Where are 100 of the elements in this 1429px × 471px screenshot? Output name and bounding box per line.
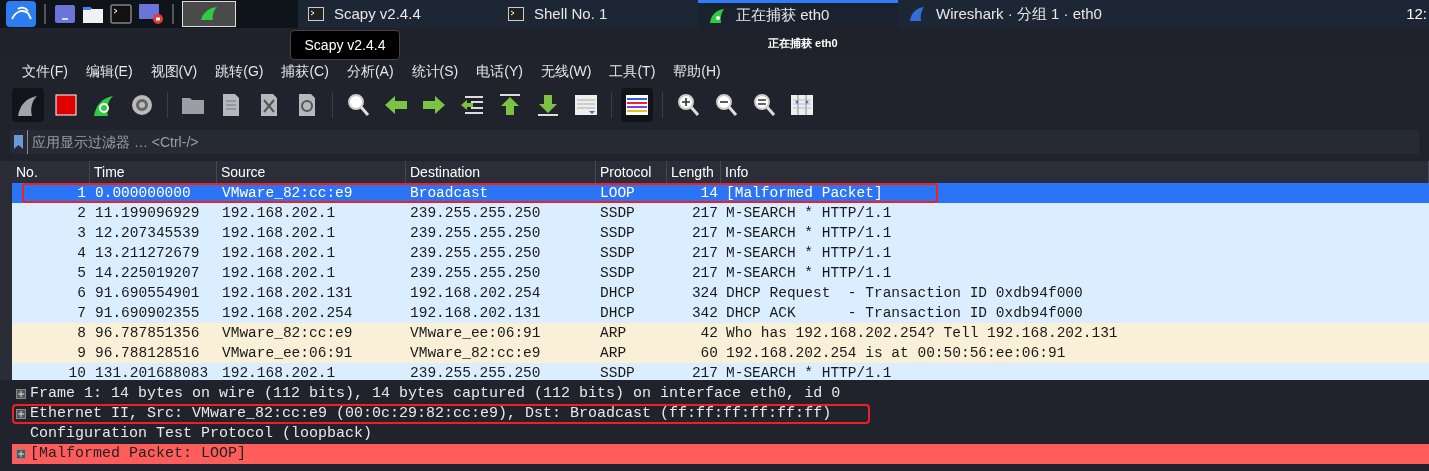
detail-row[interactable]: [Malformed Packet: LOOP] bbox=[12, 444, 1429, 464]
screen-recorder-icon[interactable] bbox=[138, 3, 164, 25]
packet-row[interactable]: 1 0.000000000 VMware_82:cc:e9 Broadcast LOOP 14 [Malformed Packet] bbox=[12, 183, 1429, 203]
menu-item[interactable]: 工具(T) bbox=[601, 61, 664, 82]
column-header[interactable]: Time bbox=[90, 161, 217, 183]
menu-item[interactable]: 编辑(E) bbox=[77, 61, 141, 82]
table-cell-text: 217 bbox=[690, 264, 719, 283]
taskbar-button[interactable]: Wireshark · 分组 1 · eth0 bbox=[898, 0, 1198, 28]
taskbar-button[interactable]: 正在捕获 eth0 bbox=[698, 0, 898, 28]
taskbar-label: 正在捕获 eth0 bbox=[736, 5, 830, 26]
column-header[interactable]: Length bbox=[667, 161, 721, 183]
packet-row[interactable]: 2 11.199096929 192.168.202.1 239.255.255.250 SSDP 217 M-SEARCH * HTTP/1.1 bbox=[12, 203, 1429, 223]
table-cell-text: 0.000000000 bbox=[94, 184, 192, 203]
expand-icon[interactable] bbox=[16, 389, 26, 399]
folder-icon[interactable] bbox=[82, 4, 104, 24]
table-cell-text: 2 bbox=[76, 204, 87, 223]
column-header[interactable]: Destination bbox=[406, 161, 596, 183]
taskbar-label: Shell No. 1 bbox=[534, 3, 608, 24]
table-cell-text: 192.168.202.1 bbox=[221, 264, 337, 283]
menu-item[interactable]: 视图(V) bbox=[142, 61, 206, 82]
bookmark-icon[interactable] bbox=[14, 135, 23, 149]
detail-row[interactable]: Frame 1: 14 bytes on wire (112 bits), 14 bytes captured (112 bits) on interface eth0, id 0 bbox=[12, 384, 1429, 404]
taskbar-button[interactable]: Scapy v2.4.4 bbox=[298, 0, 498, 28]
packet-row[interactable]: 10 131.201688083 192.168.202.1 239.255.255.250 SSDP 217 M-SEARCH * HTTP/1.1 bbox=[12, 363, 1429, 380]
table-cell-text: SSDP bbox=[599, 264, 636, 283]
packet-row[interactable]: 5 14.225019207 192.168.202.1 239.255.255.250 SSDP 217 M-SEARCH * HTTP/1.1 bbox=[12, 263, 1429, 283]
menu-item[interactable]: 分析(A) bbox=[338, 61, 402, 82]
table-cell-text: SSDP bbox=[599, 364, 636, 380]
menu-item[interactable]: 统计(S) bbox=[403, 61, 467, 82]
taskbar-button[interactable]: Shell No. 1 bbox=[498, 0, 698, 28]
table-cell-text: SSDP bbox=[599, 204, 636, 223]
window-title: 正在捕获 eth0 bbox=[768, 35, 838, 51]
window-thumbnail[interactable] bbox=[182, 1, 236, 27]
table-cell-text: SSDP bbox=[599, 224, 636, 243]
table-cell-text: 14.225019207 bbox=[94, 264, 201, 283]
table-cell-text: 1 bbox=[76, 184, 87, 203]
table-cell-text: 6 bbox=[76, 284, 87, 303]
table-cell-text: VMware_ee:06:91 bbox=[409, 324, 542, 343]
table-cell-text: 217 bbox=[690, 204, 719, 223]
table-cell-text: M-SEARCH * HTTP/1.1 bbox=[725, 204, 893, 223]
table-cell-text: 239.255.255.250 bbox=[409, 264, 542, 283]
packet-row[interactable]: 7 91.690902355 192.168.202.254 192.168.202.131 DHCP 342 DHCP ACK - Transaction ID 0xdb94f000 bbox=[12, 303, 1429, 323]
menu-item[interactable]: 跳转(G) bbox=[207, 61, 272, 82]
resize-columns-icon bbox=[789, 92, 815, 118]
table-cell-text: 192.168.202.254 is at 00:50:56:ee:06:91 bbox=[725, 344, 1067, 363]
table-cell-text: ARP bbox=[599, 344, 628, 363]
terminal-icon bbox=[508, 7, 524, 21]
menu-item[interactable]: 电话(Y) bbox=[468, 61, 531, 82]
table-cell-text: 217 bbox=[690, 364, 719, 380]
table-cell-text: Who has 192.168.202.254? Tell 192.168.202.131 bbox=[725, 324, 1119, 343]
table-cell-text: M-SEARCH * HTTP/1.1 bbox=[725, 224, 893, 243]
menu-item[interactable]: 文件(F) bbox=[14, 61, 76, 82]
packet-row[interactable]: 9 96.788128516 VMware_ee:06:91 VMware_82:cc:e9 ARP 60 192.168.202.254 is at 00:50:56:ee:06:91 bbox=[12, 343, 1429, 363]
column-header[interactable]: Protocol bbox=[596, 161, 667, 183]
expand-icon[interactable] bbox=[16, 409, 26, 419]
zoom-reset-icon bbox=[751, 92, 777, 118]
arrow-down-icon bbox=[535, 92, 561, 118]
zoom-in-icon bbox=[675, 92, 701, 118]
table-cell-text: DHCP bbox=[599, 284, 636, 303]
table-cell-text: 42 bbox=[699, 324, 719, 343]
table-cell-text: 217 bbox=[690, 224, 719, 243]
table-cell-text: [Malformed Packet] bbox=[725, 184, 884, 203]
table-cell-text: 239.255.255.250 bbox=[409, 244, 542, 263]
expand-icon[interactable] bbox=[16, 449, 26, 459]
table-cell-text: SSDP bbox=[599, 244, 636, 263]
menu-item[interactable]: 无线(W) bbox=[532, 61, 600, 82]
stop-icon bbox=[53, 92, 79, 118]
detail-row[interactable]: Configuration Test Protocol (loopback) bbox=[12, 424, 1429, 444]
table-cell-text: 4 bbox=[76, 244, 87, 263]
table-cell-text: 14 bbox=[699, 184, 719, 203]
search-icon bbox=[345, 92, 371, 118]
zoom-out-icon bbox=[713, 92, 739, 118]
menu-item[interactable]: 帮助(H) bbox=[665, 61, 729, 82]
table-cell-text: 9 bbox=[76, 344, 87, 363]
column-header[interactable]: Source bbox=[217, 161, 406, 183]
table-cell-text: 342 bbox=[690, 304, 719, 323]
table-cell-text: VMware_82:cc:e9 bbox=[221, 184, 354, 203]
gear-icon bbox=[129, 92, 155, 118]
packet-row[interactable]: 8 96.787851356 VMware_82:cc:e9 VMware_ee:06:91 ARP 42 Who has 192.168.202.254? Tell 192.168.202.131 bbox=[12, 323, 1429, 343]
colored-lines-button[interactable] bbox=[621, 88, 653, 122]
table-cell-text: 192.168.202.131 bbox=[409, 304, 542, 323]
table-cell-text: 96.788128516 bbox=[94, 344, 201, 363]
shark-fin-button[interactable] bbox=[12, 88, 44, 122]
packet-row[interactable]: 6 91.690554901 192.168.202.131 192.168.202.254 DHCP 324 DHCP Request - Transaction ID 0xdb94f000 bbox=[12, 283, 1429, 303]
packet-row[interactable]: 4 13.211272679 192.168.202.1 239.255.255.250 SSDP 217 M-SEARCH * HTTP/1.1 bbox=[12, 243, 1429, 263]
table-cell-text: 192.168.202.1 bbox=[221, 224, 337, 243]
packet-row[interactable]: 3 12.207345539 192.168.202.1 239.255.255.250 SSDP 217 M-SEARCH * HTTP/1.1 bbox=[12, 223, 1429, 243]
menu-item[interactable]: 捕获(C) bbox=[273, 61, 337, 82]
detail-row[interactable]: Ethernet II, Src: VMware_82:cc:e9 (00:0c:29:82:cc:e9), Dst: Broadcast (ff:ff:ff:ff:ff:ff) bbox=[12, 404, 1429, 424]
terminal-icon[interactable] bbox=[110, 4, 132, 24]
table-cell-text: 12.207345539 bbox=[94, 224, 201, 243]
table-cell-text: 239.255.255.250 bbox=[409, 224, 542, 243]
table-cell-text: 239.255.255.250 bbox=[409, 364, 542, 380]
table-cell-text: 192.168.202.254 bbox=[221, 304, 354, 323]
kali-dragon-icon[interactable] bbox=[6, 1, 36, 27]
table-cell-text: Broadcast bbox=[409, 184, 490, 203]
desktop-icon[interactable] bbox=[54, 4, 76, 24]
table-cell-text: 13.211272679 bbox=[94, 244, 201, 263]
tooltip: Scapy v2.4.4 bbox=[290, 30, 400, 60]
table-cell-text: 96.787851356 bbox=[94, 324, 201, 343]
